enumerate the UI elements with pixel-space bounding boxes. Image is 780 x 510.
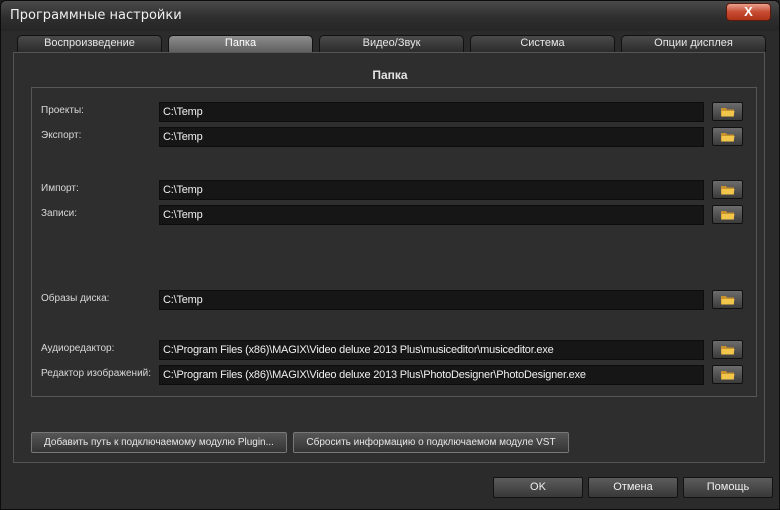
image-editor-path-field[interactable]: C:\Program Files (x86)\MAGIX\Video delux…	[159, 365, 704, 385]
projects-label: Проекты:	[41, 105, 84, 116]
folder-icon	[721, 296, 735, 305]
ok-button[interactable]: OK	[493, 477, 583, 498]
records-path-field[interactable]: C:\Temp	[159, 205, 704, 225]
tab-folder[interactable]: Папка	[168, 35, 313, 52]
audio-editor-path-field[interactable]: C:\Program Files (x86)\MAGIX\Video delux…	[159, 340, 704, 360]
folder-icon	[721, 186, 735, 195]
export-path-field[interactable]: C:\Temp	[159, 127, 704, 147]
disc-images-browse-button[interactable]	[712, 290, 743, 309]
image-editor-label: Редактор изображений:	[41, 368, 152, 379]
folder-icon	[721, 346, 735, 355]
records-label: Записи:	[41, 208, 77, 219]
section-title: Папка	[372, 68, 408, 82]
disc-images-label: Образы диска:	[41, 293, 110, 304]
add-plugin-path-button[interactable]: Добавить путь к подключаемому модулю Plu…	[31, 432, 287, 453]
import-label: Импорт:	[41, 183, 79, 194]
title-bar[interactable]: Программные настройки X	[1, 1, 779, 31]
help-button[interactable]: Помощь	[683, 477, 773, 498]
image-editor-browse-button[interactable]	[712, 365, 743, 384]
records-browse-button[interactable]	[712, 205, 743, 224]
reset-vst-info-button[interactable]: Сбросить информацию о подключаемом модул…	[293, 432, 569, 453]
cancel-button[interactable]: Отмена	[588, 477, 678, 498]
folder-icon	[721, 211, 735, 220]
audio-editor-browse-button[interactable]	[712, 340, 743, 359]
projects-path-field[interactable]: C:\Temp	[159, 102, 704, 122]
tab-display-options[interactable]: Опции дисплея	[621, 35, 766, 52]
close-button[interactable]: X	[726, 3, 771, 21]
audio-editor-label: Аудиоредактор:	[41, 343, 115, 354]
projects-browse-button[interactable]	[712, 102, 743, 121]
tab-video-audio[interactable]: Видео/Звук	[319, 35, 464, 52]
import-browse-button[interactable]	[712, 180, 743, 199]
folder-icon	[721, 108, 735, 117]
tab-system[interactable]: Система	[470, 35, 615, 52]
window-title: Программные настройки	[10, 8, 182, 23]
folder-icon	[721, 371, 735, 380]
import-path-field[interactable]: C:\Temp	[159, 180, 704, 200]
export-browse-button[interactable]	[712, 127, 743, 146]
disc-images-path-field[interactable]: C:\Temp	[159, 290, 704, 310]
settings-dialog: Программные настройки X Воспроизведение …	[0, 0, 780, 510]
folder-icon	[721, 133, 735, 142]
export-label: Экспорт:	[41, 130, 82, 141]
tab-playback[interactable]: Воспроизведение	[17, 35, 162, 52]
